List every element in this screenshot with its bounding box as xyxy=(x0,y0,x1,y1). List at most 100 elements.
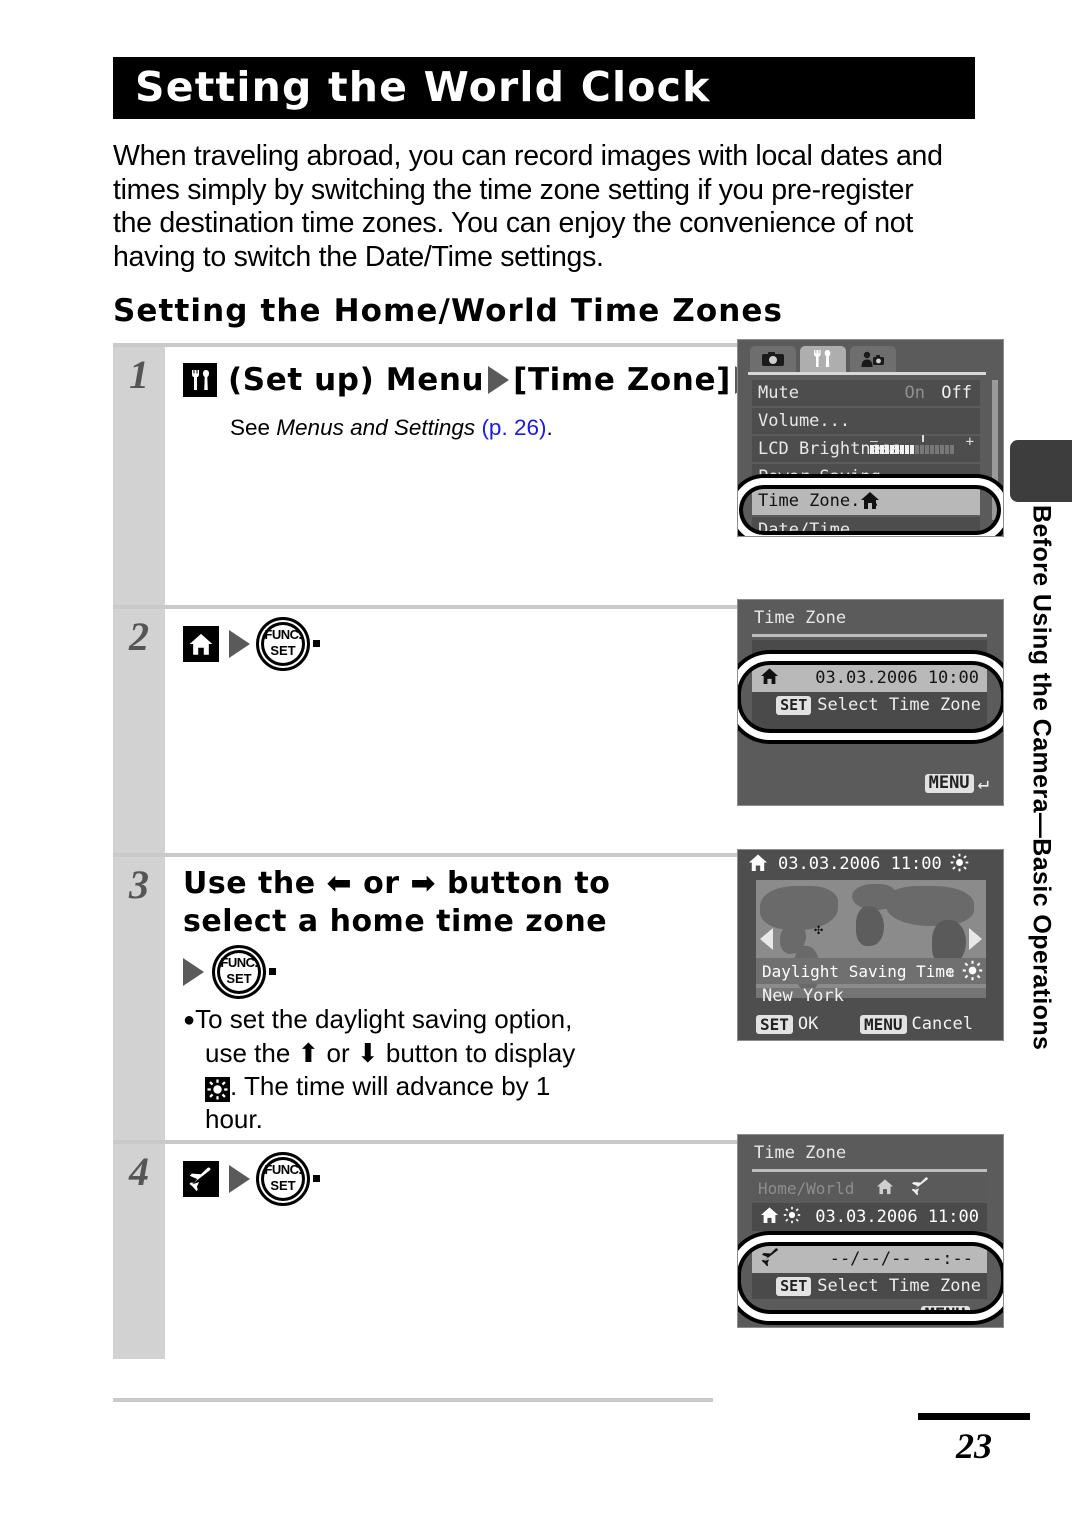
note-line-2: use the ⬆ or ⬇ button to display xyxy=(183,1037,663,1070)
home-timezone-row[interactable]: 03.03.2006 10:00 xyxy=(752,664,987,692)
menu-row-volume[interactable]: Volume... xyxy=(752,408,980,434)
func-set-line1: FUNC. xyxy=(264,627,302,642)
step-3-number-column: 3 xyxy=(113,857,165,1140)
sun-icon xyxy=(962,960,983,985)
page-number: 23 xyxy=(956,1426,992,1466)
step-1-number-column: 1 xyxy=(113,347,165,605)
lcd-title: Time Zone xyxy=(754,1143,847,1163)
sun-icon xyxy=(783,1206,801,1228)
set-badge: SET xyxy=(776,1276,812,1296)
chapter-tab-marker xyxy=(1010,440,1072,502)
func-set-line2: SET xyxy=(270,643,296,658)
second-row-placeholder xyxy=(752,718,987,742)
home-world-toggle-row[interactable]: Home/World xyxy=(752,1175,987,1201)
note-line-4: hour. xyxy=(183,1103,663,1136)
step-2-number: 2 xyxy=(129,614,149,659)
set-badge: SET xyxy=(756,1014,793,1034)
step-1: 1 (Set up) Menu [Time Zone] See Menus an… xyxy=(113,339,1004,605)
home-icon xyxy=(183,626,219,662)
bullet-dot-icon: ● xyxy=(183,1009,196,1031)
func-set-button-icon: FUNC. SET xyxy=(256,617,310,671)
note-line-1: ●To set the daylight saving option, xyxy=(183,1003,663,1037)
period-mark xyxy=(269,968,276,975)
menu-row-date-time-label: Date/Time... xyxy=(758,520,881,537)
map-header: 03.03.2006 11:00 xyxy=(738,850,1003,878)
daylight-saving-sun-icon xyxy=(205,1077,230,1102)
func-set-line1: FUNC. xyxy=(220,955,258,970)
mute-value-on: On xyxy=(904,383,926,403)
intro-line-2: times simply by switching the time zone … xyxy=(113,173,914,206)
page-title: Setting the World Clock xyxy=(135,63,711,112)
my-camera-tab[interactable] xyxy=(850,346,896,372)
menu-row-mute[interactable]: Mute On Off xyxy=(752,380,980,406)
home-icon xyxy=(760,1206,779,1228)
intro-line-4: having to switch the Date/Time settings. xyxy=(113,240,604,273)
home-datetime: 03.03.2006 11:00 xyxy=(815,1207,979,1227)
step-2: 2 FUNC. SET Time Zone 03.03.2006 10:00 S… xyxy=(113,599,1004,853)
period-mark xyxy=(313,640,320,647)
map-footer-cancel: MENU Cancel xyxy=(860,1014,973,1034)
setup-wrench-icon xyxy=(183,363,217,397)
home-icon xyxy=(748,853,768,876)
see-page-link[interactable]: (p. 26) xyxy=(481,415,546,440)
steps-list: 1 (Set up) Menu [Time Zone] See Menus an… xyxy=(113,339,1004,1359)
see-prefix: See xyxy=(230,415,277,440)
map-header-datetime: 03.03.2006 11:00 xyxy=(778,854,942,874)
menu-row-time-zone[interactable]: Time Zone... xyxy=(752,487,980,515)
lcd-setup-menu-screenshot: Mute On Off Volume... LCD Brightness – +… xyxy=(737,339,1004,537)
mute-value-off: Off xyxy=(941,383,972,403)
return-icon: ↵ xyxy=(973,1304,985,1326)
timezone-marker-icon: ✣ xyxy=(814,920,824,938)
menu-badge: MENU xyxy=(924,774,974,793)
step-1-body: (Set up) Menu [Time Zone] FUNC. SET See … xyxy=(165,339,1004,605)
footer-rule xyxy=(113,1398,713,1402)
chevron-right-icon xyxy=(488,366,510,394)
chapter-tab-label-wrap: Before Using the Camera—Basic Operations xyxy=(1010,505,1072,1145)
lcd-timezone-home-screenshot: Time Zone 03.03.2006 10:00 SET Select Ti… xyxy=(737,599,1004,806)
step-4-number-column: 4 xyxy=(113,1144,165,1359)
brightness-slider[interactable]: – + xyxy=(870,434,974,464)
next-timezone-arrow[interactable] xyxy=(969,928,982,950)
camera-tab[interactable] xyxy=(750,346,796,372)
intro-paragraph: When traveling abroad, you can record im… xyxy=(113,140,983,274)
daylight-saving-label: Daylight Saving Time xyxy=(762,961,955,981)
intro-line-1: When traveling abroad, you can record im… xyxy=(113,140,943,172)
daylight-saving-row[interactable]: Daylight Saving Time ⇕ xyxy=(756,958,986,984)
menu-badge: MENU xyxy=(920,1306,970,1325)
chapter-tab-label: Before Using the Camera—Basic Operations xyxy=(1027,505,1056,1051)
airplane-icon xyxy=(183,1161,219,1197)
page-title-bar: Setting the World Clock xyxy=(113,57,975,119)
slider-plus-label: + xyxy=(965,434,974,450)
note-line-2-text: use the ⬆ or ⬇ button to display xyxy=(205,1038,576,1068)
chevron-right-icon xyxy=(183,958,204,986)
map-footer-ok: SET OK xyxy=(756,1014,818,1034)
updown-arrows-icon: ⇕ xyxy=(946,961,956,981)
menu-row-lcd-brightness[interactable]: LCD Brightness – + xyxy=(752,434,980,464)
chevron-right-icon xyxy=(229,630,250,658)
menu-row-mute-label: Mute xyxy=(758,383,799,403)
note-line-1-text: To set the daylight saving option, xyxy=(195,1004,573,1034)
menu-row-power-saving-label: Power Saving... xyxy=(758,467,912,487)
prev-timezone-arrow[interactable] xyxy=(760,928,773,950)
slider-track xyxy=(870,445,954,454)
menu-row-date-time[interactable]: Date/Time... xyxy=(752,517,980,537)
home-datetime: 03.03.2006 10:00 xyxy=(815,668,979,688)
return-icon: ↵ xyxy=(977,772,989,794)
setup-menu-tabs xyxy=(750,346,896,372)
slider-center-tick xyxy=(922,435,924,442)
home-timezone-row[interactable]: 03.03.2006 11:00 xyxy=(752,1203,987,1231)
step-3-number: 3 xyxy=(129,862,149,907)
select-time-zone-hint: SET Select Time Zone xyxy=(752,692,987,718)
menu-return-footer: MENU ↵ xyxy=(920,1304,985,1326)
note-line-4-text: hour. xyxy=(205,1104,263,1134)
lcd-world-map-screenshot: 03.03.2006 11:00 ✣ Daylight Saving Time … xyxy=(737,849,1004,1041)
step-2-body: FUNC. SET Time Zone 03.03.2006 10:00 SET… xyxy=(165,599,1004,853)
home-icon xyxy=(760,667,779,689)
set-badge: SET xyxy=(776,695,812,715)
world-row-placeholder xyxy=(752,640,987,664)
menu-scrollbar[interactable] xyxy=(992,380,998,520)
tab-underline xyxy=(748,372,986,375)
step-4-body: FUNC. SET Time Zone Home/World 03.03.200… xyxy=(165,1134,1004,1359)
setup-tab[interactable] xyxy=(800,346,846,372)
world-timezone-row[interactable]: --/--/-- --:-- xyxy=(752,1245,987,1273)
